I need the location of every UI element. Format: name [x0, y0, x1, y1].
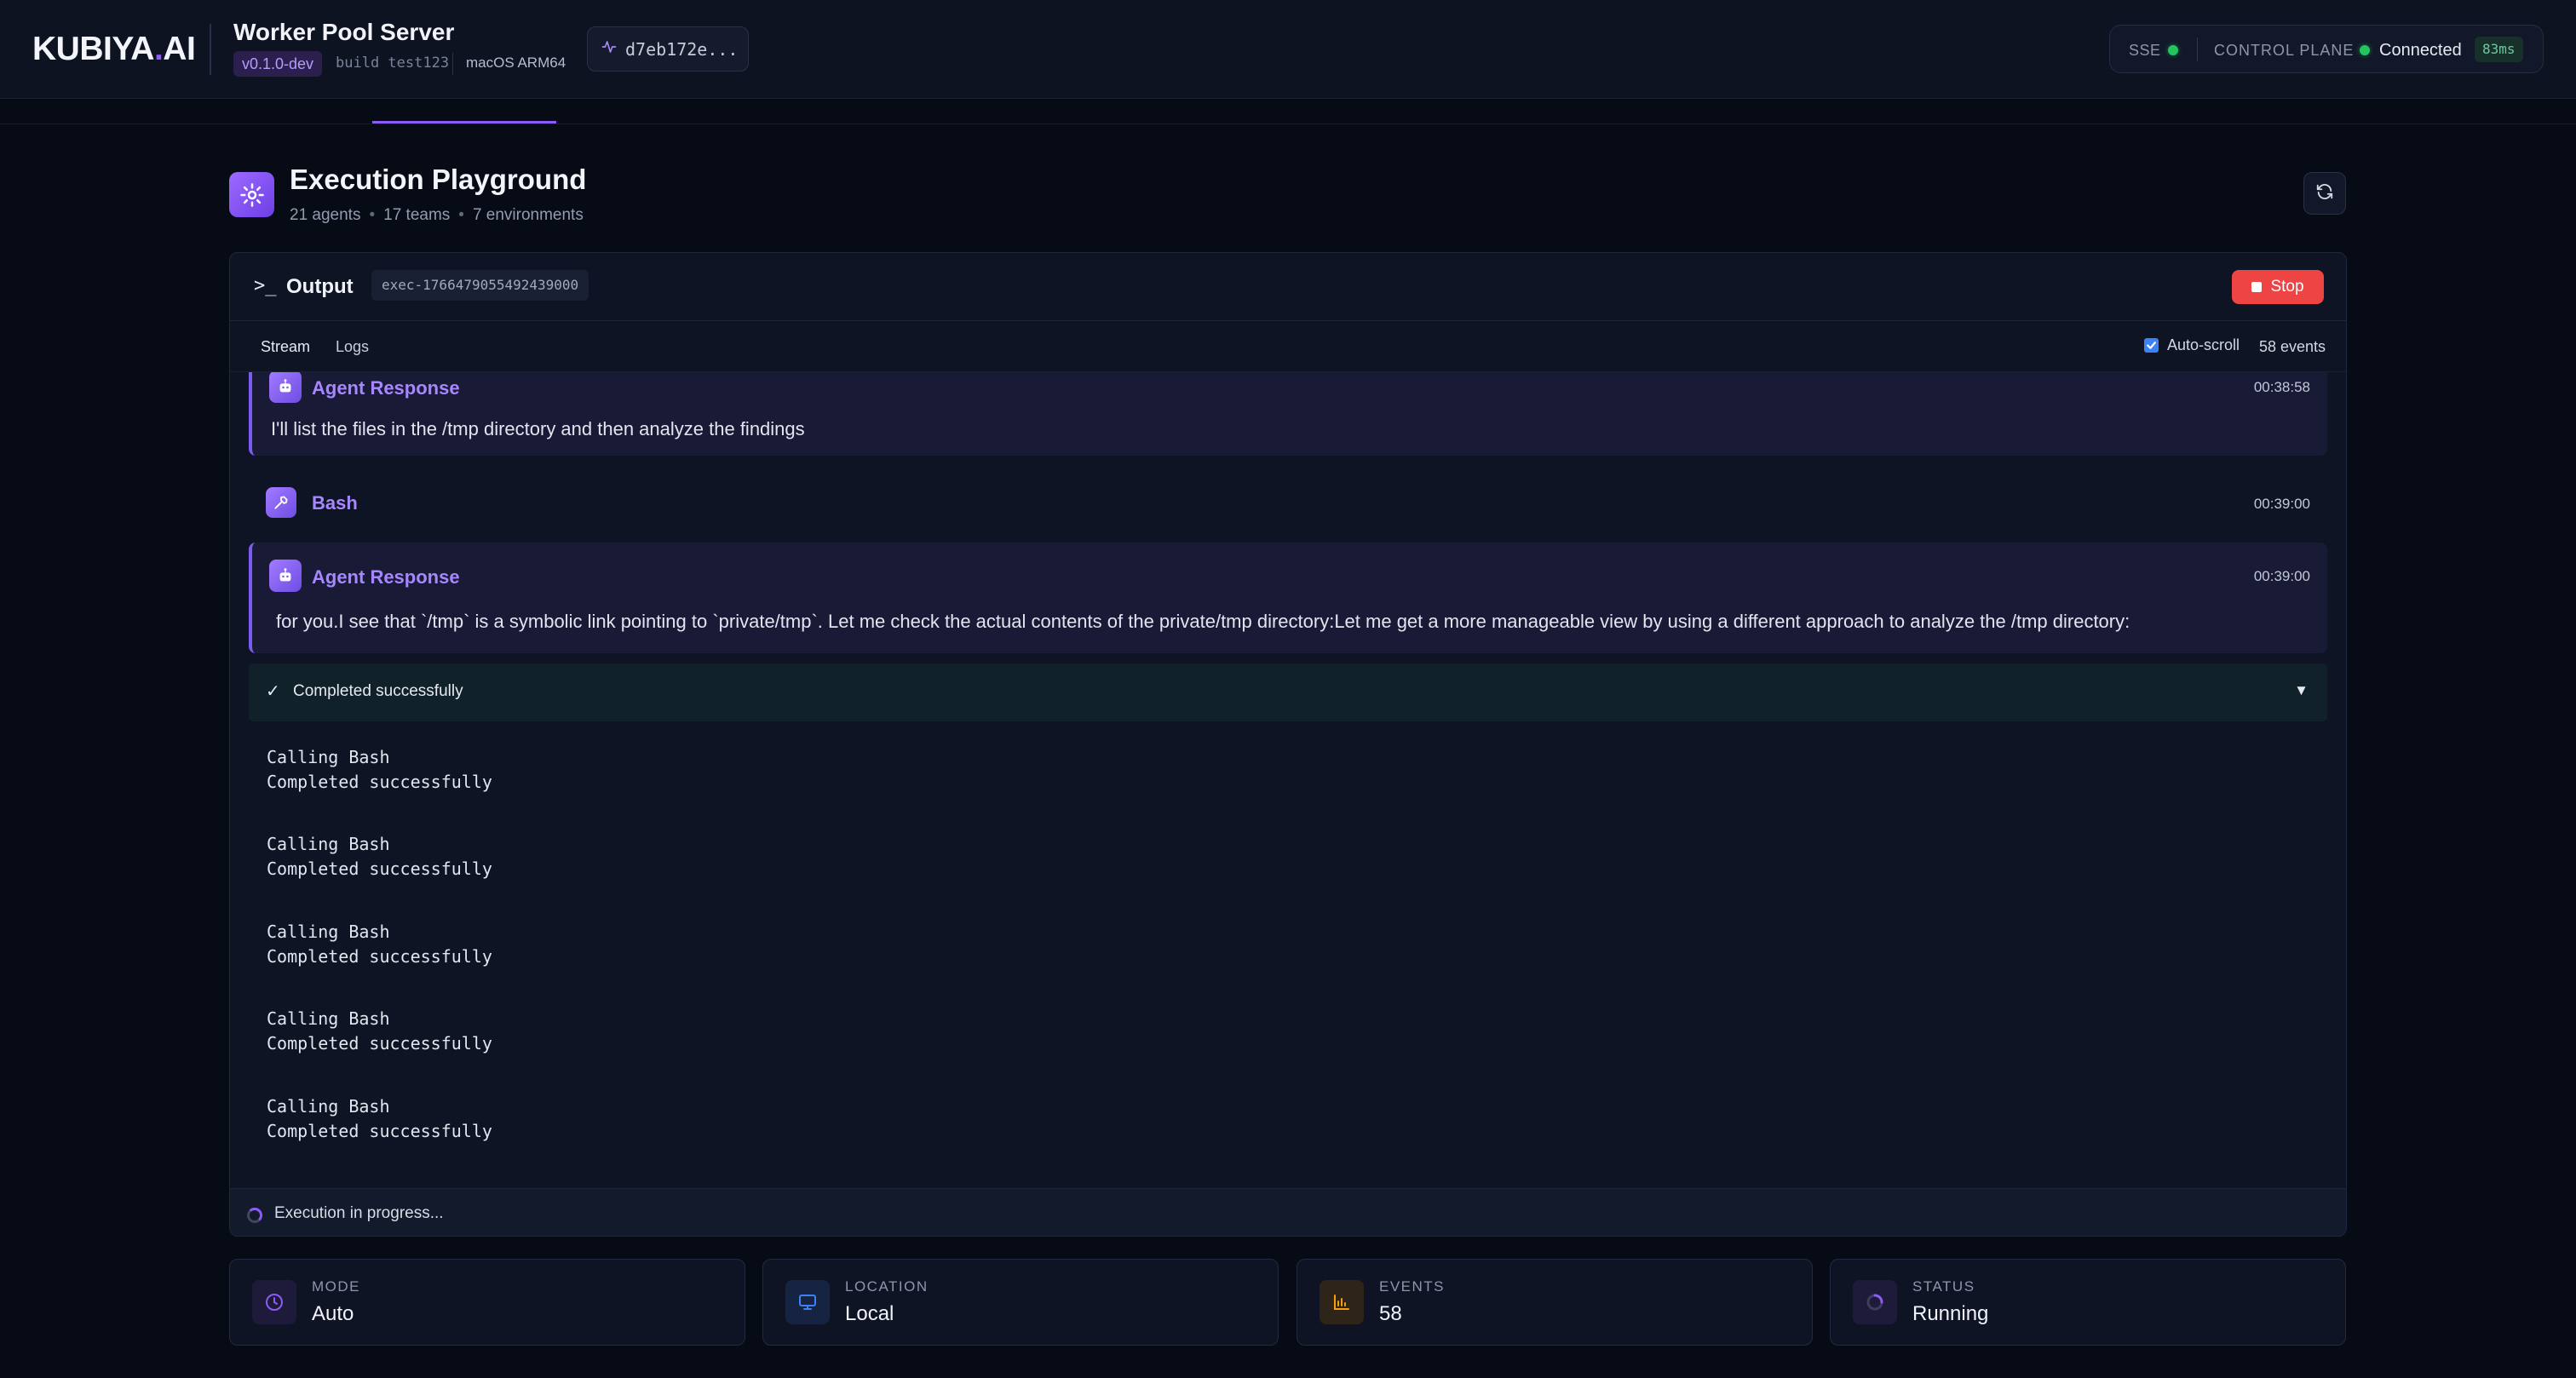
stat-value: Running	[1912, 1302, 1989, 1325]
agent-message: for you.I see that `/tmp` is a symbolic …	[276, 611, 2130, 632]
pill-divider	[2197, 37, 2198, 61]
control-plane-status-dot	[2360, 45, 2370, 55]
agents-count: 21 agents	[290, 206, 361, 224]
tool-name: Bash	[312, 492, 358, 514]
build-label: build test123	[336, 55, 450, 72]
sse-label: SSE	[2129, 42, 2161, 59]
autoscroll-label: Auto-scroll	[2167, 336, 2240, 353]
output-title: Output	[286, 275, 354, 298]
refresh-button[interactable]	[2303, 172, 2346, 215]
execution-id: exec-1766479055492439000	[371, 270, 589, 301]
chevron-down-icon[interactable]: ▼	[2294, 682, 2309, 699]
robot-icon	[269, 372, 302, 403]
commit-button[interactable]: d7eb172e...	[587, 26, 749, 72]
os-label: macOS ARM64	[466, 55, 566, 71]
agent-message: I'll list the files in the /tmp director…	[271, 418, 805, 439]
connection-status-text: Connected	[2379, 41, 2462, 60]
event-timestamp: 00:38:58	[2253, 379, 2310, 395]
execution-progress: Execution in progress...	[230, 1188, 2346, 1236]
terminal-icon: >_	[254, 275, 277, 296]
event-timestamp: 00:39:00	[2253, 496, 2310, 512]
server-title: Worker Pool Server	[233, 19, 455, 45]
stat-card-mode: MODE Auto	[229, 1259, 745, 1346]
bar-chart-icon	[1320, 1280, 1364, 1324]
output-tabs: Stream Logs Auto-scroll 58 events	[230, 321, 2346, 372]
log-entry: Calling Bash Completed successfully	[267, 1096, 492, 1141]
version-badge: v0.1.0-dev	[233, 51, 323, 77]
kubiya-logo[interactable]: KUBIYA.AI	[32, 31, 196, 68]
event-stream[interactable]: Agent Response 00:38:58 I'll list the fi…	[230, 372, 2346, 1188]
log-entry: Calling Bash Completed successfully	[267, 1008, 492, 1054]
robot-icon	[269, 560, 302, 592]
environments-count: 7 environments	[472, 206, 584, 224]
log-entry: Calling Bash Completed successfully	[267, 747, 492, 792]
stop-button[interactable]: Stop	[2232, 270, 2324, 304]
event-timestamp: 00:39:00	[2253, 568, 2310, 584]
spinner-icon	[247, 1208, 262, 1223]
clock-icon	[252, 1280, 296, 1324]
stat-value: Auto	[312, 1302, 354, 1325]
progress-text: Execution in progress...	[274, 1204, 444, 1222]
monitor-icon	[785, 1280, 830, 1324]
stop-icon	[2251, 282, 2263, 292]
gear-icon	[229, 172, 274, 217]
stat-label: EVENTS	[1379, 1278, 1446, 1295]
event-label: Agent Response	[312, 377, 460, 399]
tool-call-row[interactable]: Bash 00:39:00	[249, 479, 2327, 530]
tab-logs[interactable]: Logs	[336, 338, 369, 356]
sse-status-dot	[2168, 45, 2178, 55]
active-nav-indicator	[372, 121, 556, 123]
events-count: 58 events	[2259, 338, 2326, 355]
hammer-icon	[266, 487, 296, 518]
completed-collapsible[interactable]: ✓ Completed successfully ▼	[249, 663, 2327, 721]
logo-divider	[210, 24, 211, 75]
output-panel: >_ Output exec-1766479055492439000 Stop …	[229, 252, 2347, 1237]
log-entry: Calling Bash Completed successfully	[267, 922, 492, 967]
stat-label: STATUS	[1912, 1278, 1975, 1295]
output-header: >_ Output exec-1766479055492439000 Stop	[230, 253, 2346, 321]
event-label: Agent Response	[312, 566, 460, 588]
activity-icon	[601, 39, 617, 59]
stat-value: Local	[845, 1302, 894, 1325]
control-plane-label: CONTROL PLANE	[2214, 42, 2355, 59]
spinner-icon	[1853, 1280, 1897, 1324]
stat-value: 58	[1379, 1302, 1402, 1325]
meta-divider	[452, 53, 453, 75]
teams-count: 17 teams	[383, 206, 451, 224]
stat-card-events: EVENTS 58	[1297, 1259, 1813, 1346]
completed-label: Completed successfully	[293, 682, 463, 700]
commit-hash: d7eb172e...	[625, 38, 739, 60]
refresh-icon	[2315, 182, 2334, 205]
agent-response-card: Agent Response 00:39:00 for you.I see th…	[249, 543, 2327, 653]
latency-badge: 83ms	[2475, 37, 2523, 62]
page-subtitle: 21 agents • 17 teams • 7 environments	[290, 206, 584, 224]
check-icon: ✓	[266, 682, 280, 701]
autoscroll-toggle[interactable]: Auto-scroll	[2144, 336, 2240, 354]
stat-card-location: LOCATION Local	[762, 1259, 1279, 1346]
agent-response-card: Agent Response 00:38:58 I'll list the fi…	[249, 372, 2327, 456]
stat-card-status: STATUS Running	[1830, 1259, 2346, 1346]
page-title: Execution Playground	[290, 164, 587, 195]
autoscroll-checkbox[interactable]	[2144, 338, 2159, 353]
stat-label: LOCATION	[845, 1278, 929, 1295]
top-bar: KUBIYA.AI Worker Pool Server v0.1.0-dev …	[0, 0, 2576, 99]
stat-label: MODE	[312, 1278, 360, 1295]
connection-status-pill: SSE CONTROL PLANE Connected 83ms	[2109, 25, 2544, 73]
tab-stream[interactable]: Stream	[261, 338, 310, 356]
log-entry: Calling Bash Completed successfully	[267, 834, 492, 879]
